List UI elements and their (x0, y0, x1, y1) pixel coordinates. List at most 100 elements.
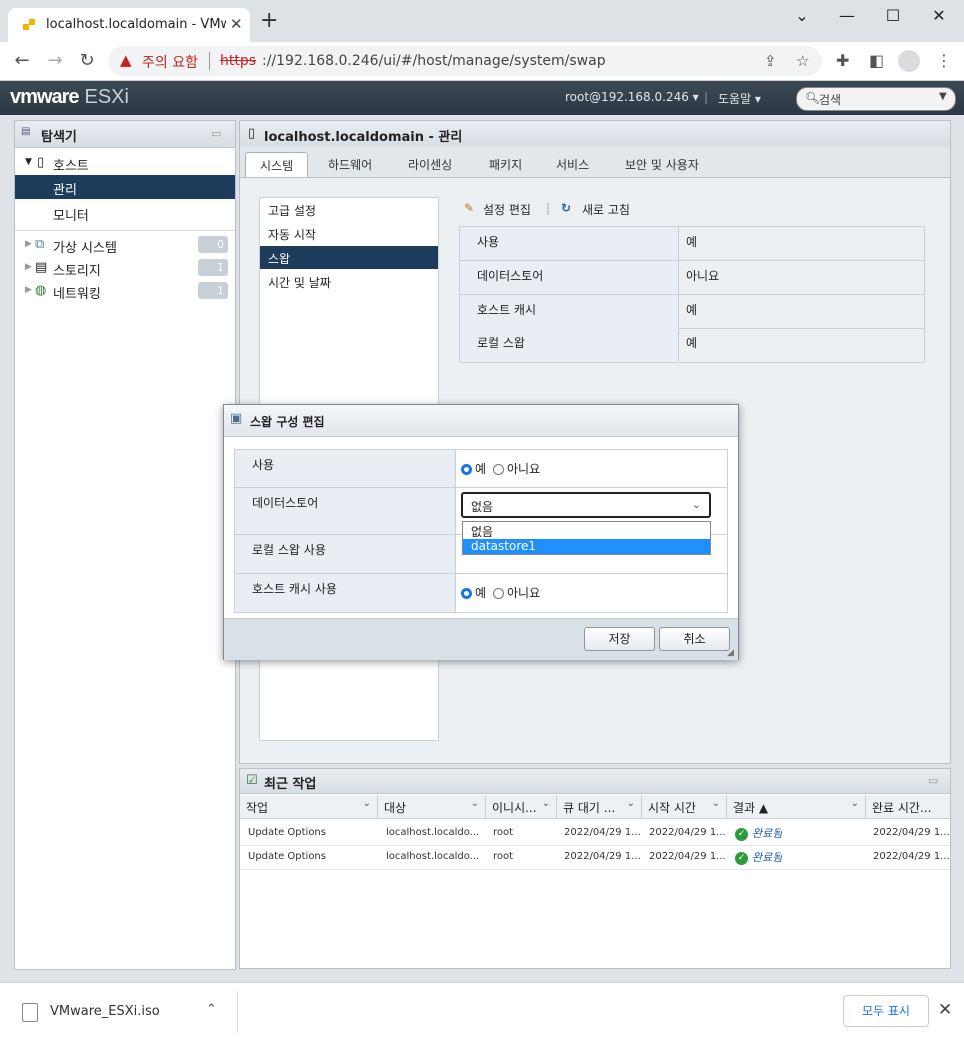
side-panel-icon[interactable]: ◧ (869, 51, 884, 70)
tab-services[interactable]: 서비스 (556, 156, 589, 173)
tab-security-users[interactable]: 보안 및 사용자 (625, 156, 699, 173)
chevron-down-icon[interactable]: ⌄ (627, 798, 635, 809)
host-cache-yes-radio[interactable]: 예 (461, 584, 486, 601)
enabled-yes-radio[interactable]: 예 (461, 460, 486, 477)
download-filename[interactable]: VMware_ESXi.iso (50, 1004, 160, 1019)
pencil-icon[interactable]: ✎ (464, 201, 474, 215)
radio-unchecked[interactable] (493, 588, 504, 599)
refresh-button[interactable]: 새로 고침 (582, 201, 630, 218)
column-header-result[interactable]: 결과 ▲ ⌄ (727, 795, 866, 819)
chevron-down-icon[interactable]: ⌄ (471, 798, 479, 809)
collapse-icon[interactable]: ▭ (928, 774, 938, 787)
refresh-icon[interactable]: ↻ (561, 201, 571, 215)
file-icon (22, 1003, 38, 1022)
table-row[interactable]: Update Options localhost.localdo... root… (240, 845, 950, 870)
browser-tab[interactable]: localhost.localdomain - VMware ESXi ✕ (8, 8, 250, 42)
minimize-button[interactable]: — (832, 6, 862, 25)
chevron-down-icon[interactable]: ⌄ (787, 6, 817, 25)
column-header-started[interactable]: 시작 시간 ⌄ (642, 795, 727, 819)
radio-checked[interactable] (461, 464, 472, 475)
datastore-option[interactable]: datastore1 (463, 539, 710, 554)
chevron-down-icon[interactable]: ⌄ (363, 798, 371, 809)
swap-info-table: 사용 예 데이터스토어 아니요 호스트 캐시 예 로컬 스왑 예 (459, 226, 925, 363)
tab-system[interactable]: 시스템 (245, 152, 309, 177)
chevron-down-icon[interactable]: ⌄ (851, 798, 859, 809)
tab-hardware[interactable]: 하드웨어 (328, 156, 372, 173)
chevron-down-icon[interactable]: ⌄ (692, 498, 701, 511)
radio-checked[interactable] (461, 588, 472, 599)
radio-label: 예 (475, 462, 487, 476)
column-header-completed[interactable]: 완료 시간... (866, 795, 950, 819)
subnav-swap[interactable]: 스왑 (260, 246, 438, 269)
table-row[interactable]: Update Options localhost.localdo... root… (240, 821, 950, 846)
key-label: 호스트 캐시 (477, 303, 537, 317)
expand-arrow-icon[interactable]: ▼ (25, 157, 32, 167)
logo-product: ESXi (84, 86, 129, 108)
close-icon[interactable]: ✕ (938, 1000, 952, 1020)
chevron-up-icon[interactable]: ⌃ (206, 1002, 217, 1017)
share-icon[interactable]: ⇪ (764, 52, 777, 70)
collapse-icon[interactable]: ▭ (211, 127, 221, 140)
nav-storage[interactable]: ▶ ▤ 스토리지 1 (15, 256, 235, 280)
task-initiator: root (493, 851, 514, 862)
datastore-option[interactable]: 없음 (463, 523, 710, 539)
chevron-down-icon[interactable]: ▼ (939, 91, 947, 102)
nav-virtual-machines[interactable]: ▶ ⧉ 가상 시스템 0 (15, 233, 235, 257)
chevron-down-icon[interactable]: ⌄ (712, 798, 720, 809)
nav-host-manage[interactable]: 관리 (15, 175, 235, 199)
forward-button[interactable]: → (43, 50, 67, 71)
table-key-cell: 데이터스토어 (460, 261, 679, 294)
cancel-button[interactable]: 취소 (659, 627, 730, 651)
menu-kebab-icon[interactable]: ⋮ (936, 51, 952, 70)
option-label: datastore1 (471, 539, 537, 553)
warning-icon[interactable]: ▲ (120, 51, 132, 69)
column-header-task[interactable]: 작업 ⌄ (240, 795, 378, 819)
nav-host[interactable]: ▼ ▯ 호스트 (15, 151, 235, 175)
enabled-no-radio[interactable]: 아니요 (493, 460, 540, 477)
expand-arrow-icon[interactable]: ▶ (25, 285, 32, 295)
new-tab-button[interactable]: + (260, 10, 278, 32)
expand-arrow-icon[interactable]: ▶ (25, 239, 32, 249)
task-queued: 2022/04/29 1... (564, 827, 641, 838)
subnav-autostart[interactable]: 자동 시작 (260, 222, 438, 245)
subnav-label: 고급 설정 (268, 204, 316, 218)
search-icon: 🔍︎ (805, 91, 821, 105)
extensions-icon[interactable]: ✚ (836, 51, 849, 70)
security-warning-label[interactable]: 주의 요함 (142, 52, 198, 72)
tab-packages[interactable]: 패키지 (489, 156, 522, 173)
save-button[interactable]: 저장 (584, 627, 655, 651)
resize-handle-icon[interactable]: ◢ (727, 648, 734, 658)
task-result: ✓ 완료됨 (735, 849, 782, 865)
address-bar[interactable]: ▲ 주의 요함 https ://192.168.0.246/ui/#/host… (108, 46, 822, 76)
host-cache-no-radio[interactable]: 아니요 (493, 584, 540, 601)
help-menu[interactable]: 도움말 ▾ (718, 90, 761, 107)
subnav-time-date[interactable]: 시간 및 날짜 (260, 270, 438, 293)
subnav-advanced-settings[interactable]: 고급 설정 (260, 198, 438, 221)
show-all-button[interactable]: 모두 표시 (843, 995, 929, 1027)
form-row-enabled: 사용 예 아니요 (235, 450, 727, 488)
maximize-button[interactable]: ☐ (878, 6, 908, 25)
tab-licensing[interactable]: 라이센싱 (408, 156, 452, 173)
user-menu[interactable]: root@192.168.0.246 ▾ (565, 90, 699, 104)
radio-unchecked[interactable] (493, 464, 504, 475)
chevron-down-icon[interactable]: ⌄ (542, 798, 550, 809)
back-button[interactable]: ← (10, 50, 34, 71)
column-header-queued[interactable]: 큐 대기 ... ⌄ (557, 795, 642, 819)
subnav-label: 스왑 (268, 252, 291, 266)
reload-button[interactable]: ↻ (75, 50, 99, 71)
esxi-search-input[interactable]: 🔍︎ 검색 ▼ (796, 87, 956, 111)
profile-avatar[interactable] (898, 50, 920, 72)
tab-close-icon[interactable]: ✕ (230, 15, 243, 33)
divider (15, 230, 235, 231)
column-header-initiator[interactable]: 이니시... ⌄ (486, 795, 557, 819)
nav-host-monitor[interactable]: 모니터 (15, 201, 235, 225)
nav-networking[interactable]: ▶ ◍ 네트워킹 1 (15, 279, 235, 303)
datastore-select[interactable]: 없음 ⌄ (461, 492, 711, 518)
expand-arrow-icon[interactable]: ▶ (25, 262, 32, 272)
url-text: ://192.168.0.246/ui/#/host/manage/system… (262, 53, 606, 69)
column-header-target[interactable]: 대상 ⌄ (378, 795, 486, 819)
main-title: localhost.localdomain - 관리 (264, 130, 463, 145)
close-window-button[interactable]: ✕ (924, 6, 954, 25)
edit-settings-button[interactable]: 설정 편집 (483, 201, 531, 218)
bookmark-star-icon[interactable]: ☆ (796, 52, 809, 70)
